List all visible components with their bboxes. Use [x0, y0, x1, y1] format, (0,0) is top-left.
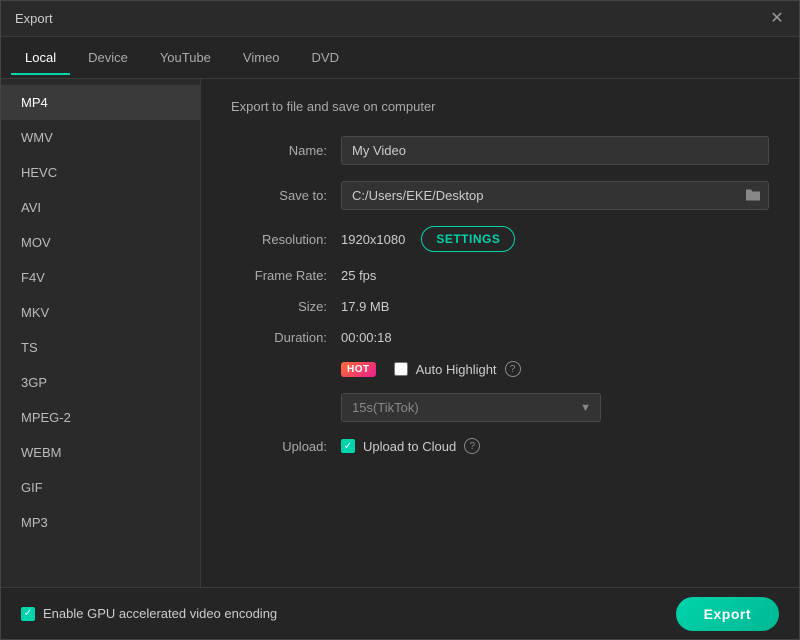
format-3gp[interactable]: 3GP	[1, 365, 200, 400]
upload-row: Upload: ✓ Upload to Cloud ?	[231, 438, 769, 454]
settings-button[interactable]: SETTINGS	[421, 226, 515, 252]
auto-highlight-help-icon[interactable]: ?	[505, 361, 521, 377]
resolution-text: 1920x1080	[341, 232, 405, 247]
format-mp4[interactable]: MP4	[1, 85, 200, 120]
name-value	[341, 136, 769, 165]
save-row: Save to:	[231, 181, 769, 210]
save-value	[341, 181, 769, 210]
title-bar: Export ✕	[1, 1, 799, 37]
format-gif[interactable]: GIF	[1, 470, 200, 505]
tab-bar: Local Device YouTube Vimeo DVD	[1, 37, 799, 79]
size-value: 17.9 MB	[341, 299, 769, 314]
resolution-content: 1920x1080 SETTINGS	[341, 226, 769, 252]
tiktok-dropdown-container: 15s(TikTok) ▼	[341, 393, 601, 422]
name-row: Name:	[231, 136, 769, 165]
name-input[interactable]	[341, 136, 769, 165]
tiktok-row: 15s(TikTok) ▼	[231, 393, 769, 422]
size-row: Size: 17.9 MB	[231, 299, 769, 314]
resolution-row: Resolution: 1920x1080 SETTINGS	[231, 226, 769, 252]
format-f4v[interactable]: F4V	[1, 260, 200, 295]
framerate-row: Frame Rate: 25 fps	[231, 268, 769, 283]
close-button[interactable]: ✕	[769, 11, 785, 27]
framerate-text: 25 fps	[341, 268, 376, 283]
gpu-label: Enable GPU accelerated video encoding	[43, 606, 277, 621]
tab-vimeo[interactable]: Vimeo	[229, 42, 294, 75]
hot-badge: HOT	[341, 362, 376, 377]
format-mp3[interactable]: MP3	[1, 505, 200, 540]
export-dialog: Export ✕ Local Device YouTube Vimeo DVD …	[0, 0, 800, 640]
auto-highlight-content: HOT Auto Highlight ?	[341, 361, 769, 377]
format-mkv[interactable]: MKV	[1, 295, 200, 330]
upload-content: ✓ Upload to Cloud ?	[341, 438, 769, 454]
format-webm[interactable]: WEBM	[1, 435, 200, 470]
save-label: Save to:	[231, 188, 341, 203]
name-label: Name:	[231, 143, 341, 158]
folder-icon[interactable]	[745, 187, 761, 204]
gpu-checkbox-row: ✓ Enable GPU accelerated video encoding	[21, 606, 277, 621]
auto-highlight-label: Auto Highlight	[416, 362, 497, 377]
duration-text: 00:00:18	[341, 330, 392, 345]
auto-highlight-row: HOT Auto Highlight ?	[231, 361, 769, 377]
duration-label: Duration:	[231, 330, 341, 345]
path-input-wrap	[341, 181, 769, 210]
export-panel: Export to file and save on computer Name…	[201, 79, 799, 587]
duration-value: 00:00:18	[341, 330, 769, 345]
main-content: MP4 WMV HEVC AVI MOV F4V MKV TS 3GP MPEG…	[1, 79, 799, 587]
duration-row: Duration: 00:00:18	[231, 330, 769, 345]
tab-dvd[interactable]: DVD	[298, 42, 353, 75]
format-avi[interactable]: AVI	[1, 190, 200, 225]
upload-checkbox-row: ✓ Upload to Cloud ?	[341, 438, 769, 454]
resolution-label: Resolution:	[231, 232, 341, 247]
size-label: Size:	[231, 299, 341, 314]
format-wmv[interactable]: WMV	[1, 120, 200, 155]
dialog-title: Export	[15, 11, 53, 26]
format-mpeg2[interactable]: MPEG-2	[1, 400, 200, 435]
framerate-label: Frame Rate:	[231, 268, 341, 283]
format-list: MP4 WMV HEVC AVI MOV F4V MKV TS 3GP MPEG…	[1, 79, 201, 587]
resolution-value: 1920x1080 SETTINGS	[341, 226, 769, 252]
tab-youtube[interactable]: YouTube	[146, 42, 225, 75]
upload-cloud-checkbox[interactable]: ✓	[341, 439, 355, 453]
upload-help-icon[interactable]: ?	[464, 438, 480, 454]
upload-label: Upload:	[231, 439, 341, 454]
auto-highlight-checkbox-row: HOT Auto Highlight ?	[341, 361, 769, 377]
format-ts[interactable]: TS	[1, 330, 200, 365]
upload-cloud-label: Upload to Cloud	[363, 439, 456, 454]
export-button[interactable]: Export	[676, 597, 779, 631]
framerate-value: 25 fps	[341, 268, 769, 283]
format-mov[interactable]: MOV	[1, 225, 200, 260]
panel-subtitle: Export to file and save on computer	[231, 99, 769, 114]
auto-highlight-checkbox[interactable]	[394, 362, 408, 376]
path-input[interactable]	[341, 181, 769, 210]
footer: ✓ Enable GPU accelerated video encoding …	[1, 587, 799, 639]
gpu-checkbox[interactable]: ✓	[21, 607, 35, 621]
format-hevc[interactable]: HEVC	[1, 155, 200, 190]
tab-device[interactable]: Device	[74, 42, 142, 75]
tab-local[interactable]: Local	[11, 42, 70, 75]
size-text: 17.9 MB	[341, 299, 389, 314]
tiktok-dropdown-wrap: 15s(TikTok) ▼	[341, 393, 769, 422]
tiktok-dropdown[interactable]: 15s(TikTok)	[341, 393, 601, 422]
